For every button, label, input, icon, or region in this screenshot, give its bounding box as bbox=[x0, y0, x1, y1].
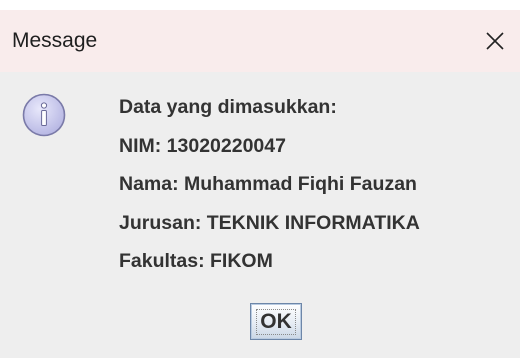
ok-button-label: OK bbox=[256, 308, 296, 335]
dialog-title: Message bbox=[12, 29, 98, 52]
message-dialog: Message Data yang dimasukkan: NIM: 13020… bbox=[0, 10, 520, 358]
message-text: Data yang dimasukkan: NIM: 13020220047 N… bbox=[119, 94, 420, 287]
message-line: Jurusan: TEKNIK INFORMATIKA bbox=[119, 211, 420, 234]
message-line: Fakultas: FIKOM bbox=[119, 250, 273, 272]
message-line: Data yang dimasukkan: bbox=[119, 96, 337, 118]
close-icon bbox=[486, 32, 504, 50]
message-line: NIM: 13020220047 bbox=[119, 134, 286, 157]
close-button[interactable] bbox=[470, 10, 520, 72]
message-line: Nama: Muhammad Fiqhi Fauzan bbox=[119, 173, 417, 195]
info-icon bbox=[22, 93, 66, 137]
ok-button[interactable]: OK bbox=[250, 303, 302, 340]
title-bar: Message bbox=[0, 10, 520, 72]
